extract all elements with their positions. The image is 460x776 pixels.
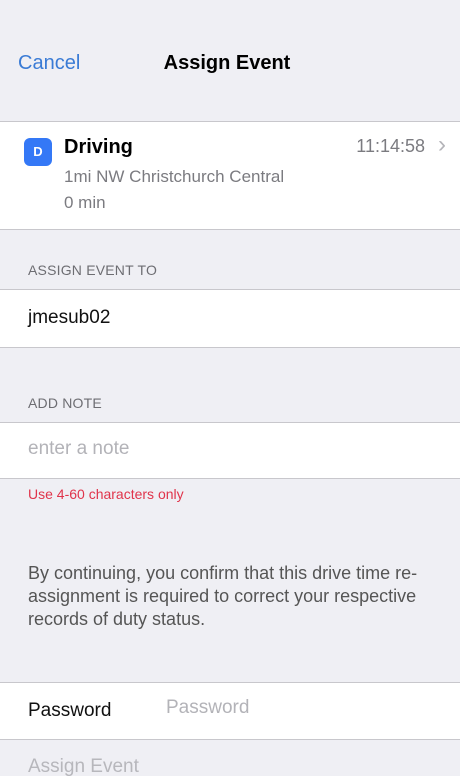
driving-status-badge: D — [24, 138, 52, 166]
event-duration: 0 min — [64, 193, 106, 212]
chevron-right-icon: › — [438, 131, 446, 158]
event-location: 1mi NW Christchurch Central — [64, 167, 285, 186]
add-note-section-header: ADD NOTE — [28, 395, 102, 411]
password-input[interactable] — [166, 697, 436, 719]
assign-event-button[interactable]: Assign Event — [28, 756, 139, 776]
disclaimer-text: By continuing, you confirm that this dri… — [28, 563, 418, 629]
page-title: Assign Event — [163, 52, 291, 74]
note-validation-error: Use 4-60 characters only — [28, 486, 184, 502]
assign-driver-value: jmesub02 — [28, 307, 111, 328]
assign-to-section-header: ASSIGN EVENT TO — [28, 262, 158, 278]
event-title: Driving — [64, 136, 133, 158]
password-label: Password — [28, 700, 112, 721]
event-time: 11:14:58 — [356, 136, 425, 156]
navigation-bar: Cancel Assign Event — [0, 0, 460, 122]
note-input[interactable] — [28, 438, 428, 460]
